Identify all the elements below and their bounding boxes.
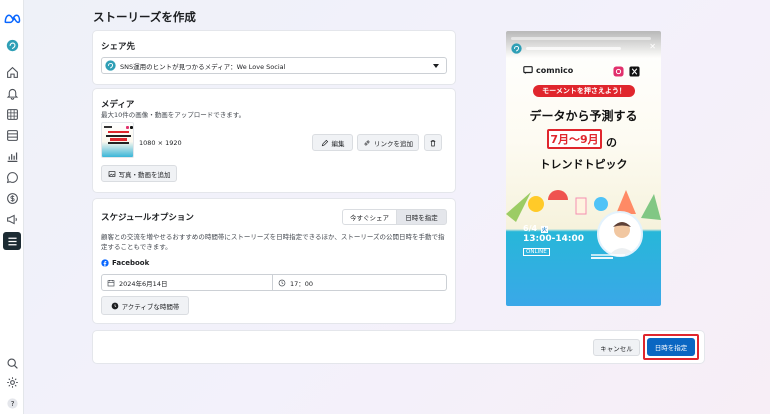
delete-media-button[interactable]	[424, 134, 442, 151]
comnico-logo: comnico	[523, 65, 573, 75]
preview-online-badge: ONLINE	[523, 248, 550, 256]
ads-megaphone-icon[interactable]	[3, 210, 21, 228]
schedule-submit-button[interactable]: 日時を指定	[647, 338, 695, 356]
account-avatar-icon[interactable]	[3, 36, 21, 54]
preview-event-day: 火	[540, 226, 548, 233]
calendar-icon	[107, 279, 115, 286]
inbox-chat-icon[interactable]	[3, 168, 21, 186]
media-thumbnail[interactable]	[101, 122, 134, 158]
preview-headline-3b: の	[606, 136, 617, 149]
notifications-icon[interactable]	[3, 84, 21, 102]
home-icon[interactable]	[3, 63, 21, 81]
schedule-options-card: スケジュールオプション 今すぐシェア 日時を指定 顧客との交流を増やせるおすすめ…	[93, 199, 455, 323]
edit-media-button[interactable]: 編集	[312, 134, 353, 151]
preview-header	[511, 43, 621, 54]
monetization-dollar-icon[interactable]	[3, 189, 21, 207]
story-preview: ✕ comnico モーメントを押さえよう！ データから予測する 7月～9月 の…	[506, 31, 661, 306]
preview-event-date-row: 6/4 火	[523, 224, 548, 233]
schedule-date-value: 2024年6月14日	[119, 279, 168, 288]
help-icon[interactable]: ?	[3, 394, 21, 412]
speaker-name-blur	[591, 254, 625, 260]
media-dimensions: 1080 × 1920	[139, 139, 182, 147]
dropdown-caret-icon	[433, 64, 439, 68]
comnico-brand: comnico	[536, 65, 574, 75]
page-avatar-icon	[105, 60, 116, 71]
planner-grid-icon[interactable]	[3, 105, 21, 123]
search-icon[interactable]	[3, 354, 21, 372]
instagram-icon	[613, 66, 624, 77]
facebook-platform-label: Facebook	[101, 259, 149, 267]
schedule-time-value: 17：00	[290, 279, 314, 288]
preview-headline-2: データから予測する	[529, 109, 638, 123]
edit-media-label: 編集	[331, 139, 345, 148]
clock-filled-icon	[111, 302, 118, 309]
story-progress-bar	[511, 37, 651, 40]
preview-avatar-icon	[511, 43, 522, 54]
speaker-photo	[597, 211, 643, 257]
comnico-mark-icon	[523, 66, 533, 75]
add-photo-video-label: 写真・動画を追加	[118, 170, 171, 179]
preview-summer-illustration	[506, 190, 661, 222]
media-card: メディア 最大10件の画像・動画をアップロードできます。 1080 × 1920…	[93, 89, 455, 192]
schedule-tab[interactable]: 日時を指定	[396, 209, 447, 225]
link-icon	[364, 140, 370, 145]
preview-event-date: 6/4	[523, 224, 538, 233]
x-logo-icon	[629, 66, 640, 77]
pencil-icon	[321, 139, 328, 146]
schedule-time-field[interactable]: 17：00	[273, 274, 447, 291]
preview-headline-3: 7月～9月	[547, 129, 602, 149]
meta-logo-icon[interactable]	[3, 10, 21, 24]
schedule-heading: スケジュールオプション	[101, 213, 194, 223]
left-sidebar: ?	[0, 0, 24, 414]
preview-headline-1: モーメントを押さえよう！	[533, 85, 635, 97]
share-destination-value: SNS運用のヒントが見つかるメディア：We Love Social	[120, 62, 286, 71]
page-title: ストーリーズを作成	[93, 10, 196, 24]
active-times-label: アクティブな時間帯	[121, 302, 180, 311]
add-link-label: リンクを追加	[374, 139, 413, 148]
media-note: 最大10件の画像・動画をアップロードできます。	[101, 111, 246, 119]
add-link-button[interactable]: リンクを追加	[357, 134, 419, 151]
settings-gear-icon[interactable]	[3, 373, 21, 391]
all-tools-menu-icon[interactable]	[3, 232, 21, 250]
svg-text:?: ?	[10, 399, 14, 408]
preview-close-icon: ✕	[649, 42, 656, 51]
content-icon[interactable]	[3, 126, 21, 144]
preview-headline-4: トレンドトピック	[539, 158, 628, 171]
share-destination-select[interactable]: SNS運用のヒントが見つかるメディア：We Love Social	[101, 57, 447, 74]
share-destination-card: シェア先 SNS運用のヒントが見つかるメディア：We Love Social	[93, 31, 455, 84]
schedule-date-field[interactable]: 2024年6月14日	[101, 274, 273, 291]
share-heading: シェア先	[101, 42, 136, 52]
preview-account-name-blur	[526, 47, 621, 50]
trash-icon	[430, 139, 436, 146]
schedule-description: 顧客との交流を増やせるおすすめの時間帯にストーリーズを日時指定できるほか、ストー…	[101, 233, 445, 251]
footer-action-bar: キャンセル 日時を指定	[93, 331, 704, 363]
add-photo-video-button[interactable]: 写真・動画を追加	[101, 165, 177, 182]
facebook-label: Facebook	[112, 259, 150, 267]
active-times-button[interactable]: アクティブな時間帯	[101, 296, 189, 315]
clock-icon	[278, 279, 286, 286]
facebook-icon	[101, 259, 109, 267]
share-now-tab[interactable]: 今すぐシェア	[342, 209, 397, 225]
cancel-button[interactable]: キャンセル	[593, 339, 640, 356]
photo-icon	[108, 170, 115, 177]
insights-chart-icon[interactable]	[3, 147, 21, 165]
preview-event-time: 13:00-14:00	[523, 234, 585, 244]
